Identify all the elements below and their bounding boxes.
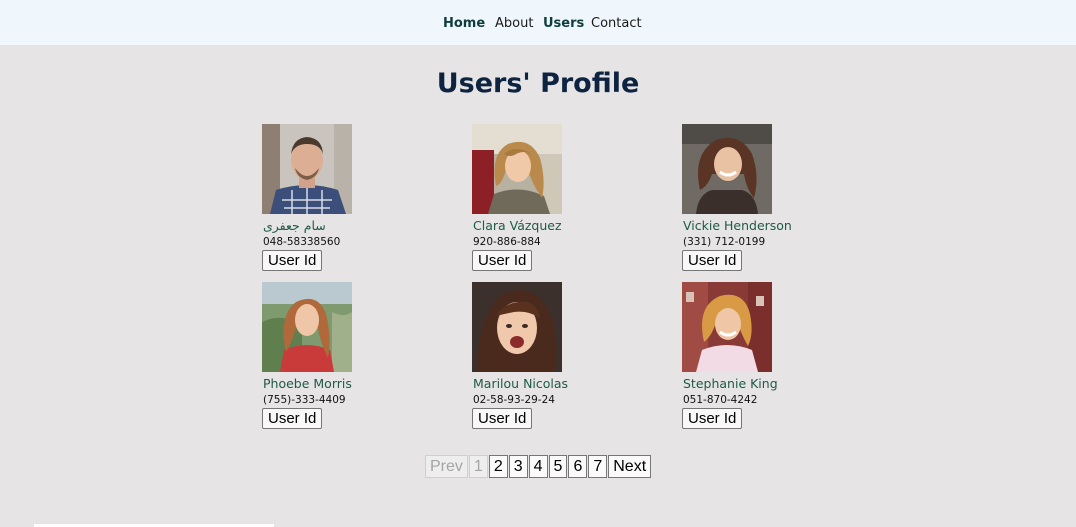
page-button-1[interactable]: 1 xyxy=(468,455,488,478)
prev-page-button[interactable]: Prev xyxy=(425,455,468,478)
user-id-button[interactable]: User Id xyxy=(682,250,743,271)
user-id-button[interactable]: User Id xyxy=(472,408,533,429)
user-id-button[interactable]: User Id xyxy=(262,250,323,271)
user-id-button[interactable]: User Id xyxy=(472,250,533,271)
user-phone: (755)-333-4409 xyxy=(263,394,346,406)
user-name: Marilou Nicolas xyxy=(473,376,569,391)
nav-link-users[interactable]: Users xyxy=(543,15,584,32)
user-name: Phoebe Morris xyxy=(263,376,352,391)
user-phone: 02-58-93-29-24 xyxy=(473,394,555,406)
user-name: Clara Vázquez xyxy=(473,218,562,233)
user-avatar xyxy=(682,282,772,372)
user-id-button[interactable]: User Id xyxy=(682,408,743,429)
nav-link-contact[interactable]: Contact xyxy=(591,15,642,32)
user-avatar xyxy=(262,124,352,214)
user-card: Marilou Nicolas 02-58-93-29-24 User Id xyxy=(472,282,642,432)
user-card: Vickie Henderson (331) 712-0199 User Id xyxy=(682,124,852,274)
page-button-7[interactable]: 7 xyxy=(588,455,608,478)
user-phone: 051-870-4242 xyxy=(683,394,758,406)
nav-link-about[interactable]: About xyxy=(495,15,533,32)
user-phone: (331) 712-0199 xyxy=(683,236,766,248)
nav-link-home[interactable]: Home xyxy=(443,15,485,32)
user-avatar xyxy=(262,282,352,372)
user-name: سام جعفری xyxy=(263,218,326,233)
page-button-4[interactable]: 4 xyxy=(528,455,548,478)
page-button-3[interactable]: 3 xyxy=(508,455,528,478)
next-page-button[interactable]: Next xyxy=(608,455,652,478)
user-card: Clara Vázquez 920-886-884 User Id xyxy=(472,124,642,274)
user-avatar xyxy=(472,282,562,372)
page-button-6[interactable]: 6 xyxy=(568,455,588,478)
user-avatar xyxy=(472,124,562,214)
user-card: Phoebe Morris (755)-333-4409 User Id xyxy=(262,282,432,432)
user-name: Vickie Henderson xyxy=(683,218,792,233)
user-phone: 920-886-884 xyxy=(473,236,541,248)
page-button-5[interactable]: 5 xyxy=(548,455,568,478)
page-title: Users' Profile xyxy=(436,68,640,99)
user-name: Stephanie King xyxy=(683,376,778,391)
page-button-2[interactable]: 2 xyxy=(488,455,508,478)
user-id-button[interactable]: User Id xyxy=(262,408,323,429)
user-card: Stephanie King 051-870-4242 User Id xyxy=(682,282,852,432)
pagination: Prev 1 2 3 4 5 6 7 Next xyxy=(425,455,652,478)
user-card: سام جعفری 048-58338560 User Id xyxy=(262,124,432,274)
top-navbar: Home About Users Contact xyxy=(0,0,1076,46)
user-phone: 048-58338560 xyxy=(263,236,341,248)
user-avatar xyxy=(682,124,772,214)
